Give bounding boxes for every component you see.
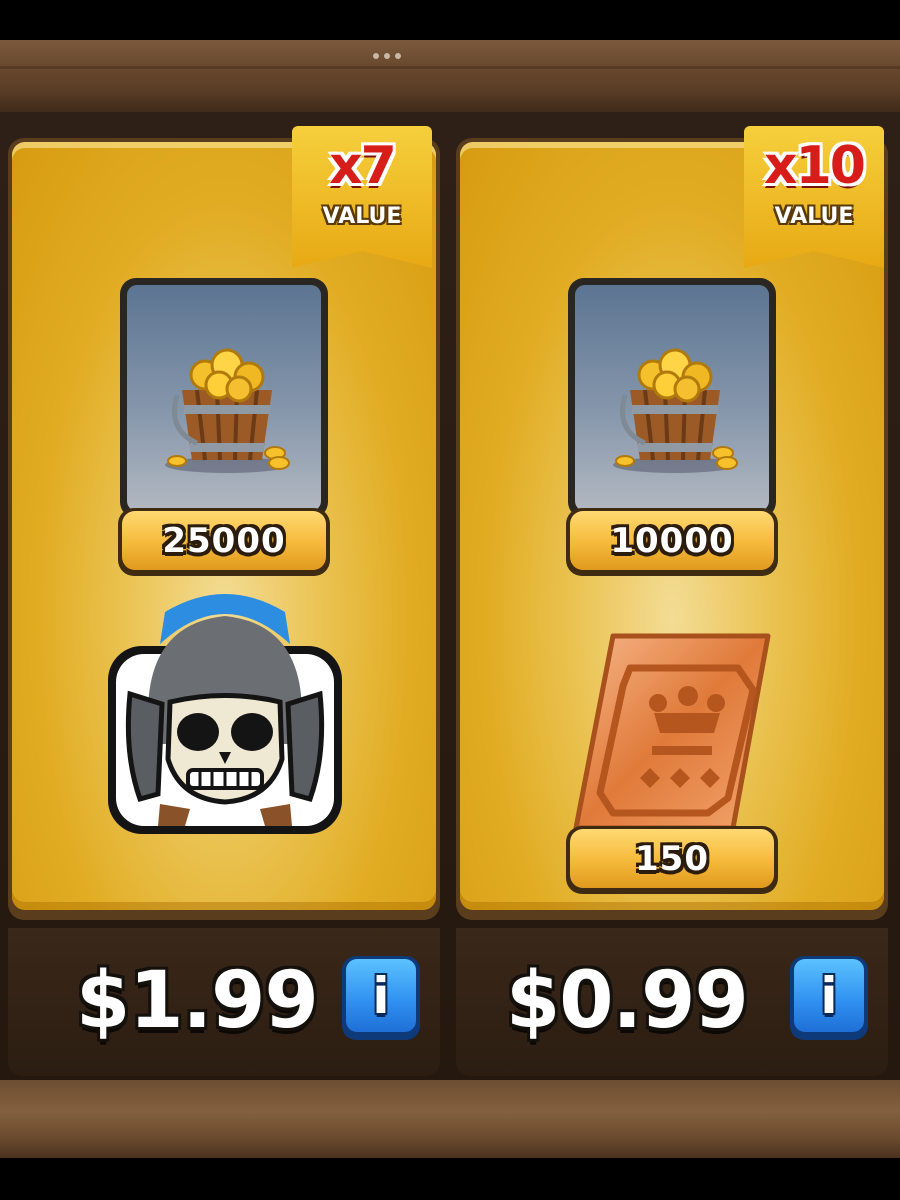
top-bar: [0, 0, 900, 40]
value-multiplier: x10: [764, 136, 866, 196]
value-label: VALUE: [322, 204, 402, 229]
value-multiplier: x7: [329, 136, 397, 196]
info-icon: i: [346, 959, 416, 1032]
shop-shelf-bottom: [0, 1080, 900, 1158]
offer-card-gold-emote[interactable]: x7 VALUE 25000 $1.99 i: [8, 126, 440, 1076]
value-label: VALUE: [774, 204, 854, 229]
gold-bucket-icon: [613, 348, 738, 473]
info-button[interactable]: i: [342, 956, 420, 1040]
gold-reward-tile: [120, 278, 328, 518]
value-banner: x7 VALUE: [292, 126, 432, 268]
skeleton-emote-icon: [108, 594, 342, 834]
drag-handle[interactable]: [373, 53, 401, 59]
price-label: $0.99: [506, 956, 749, 1046]
gold-amount-pill: 25000: [118, 508, 330, 576]
shop-shelf-top: [0, 40, 900, 112]
gold-reward-tile: [568, 278, 776, 518]
gold-amount-pill: 10000: [566, 508, 778, 576]
info-button[interactable]: i: [790, 956, 868, 1040]
shard-amount-pill: 150: [566, 826, 778, 894]
shard-amount: 150: [635, 838, 709, 879]
gold-amount: 10000: [610, 520, 734, 561]
offer-card-gold-shard[interactable]: x10 VALUE 10000 150 $0.99 i: [456, 126, 888, 1076]
value-banner: x10 VALUE: [744, 126, 884, 268]
price-label: $1.99: [76, 956, 319, 1046]
gold-amount: 25000: [162, 520, 286, 561]
info-icon: i: [794, 959, 864, 1032]
gold-bucket-icon: [165, 348, 290, 473]
bottom-bar: [0, 1158, 900, 1200]
wild-card-shard-icon: [573, 633, 771, 831]
